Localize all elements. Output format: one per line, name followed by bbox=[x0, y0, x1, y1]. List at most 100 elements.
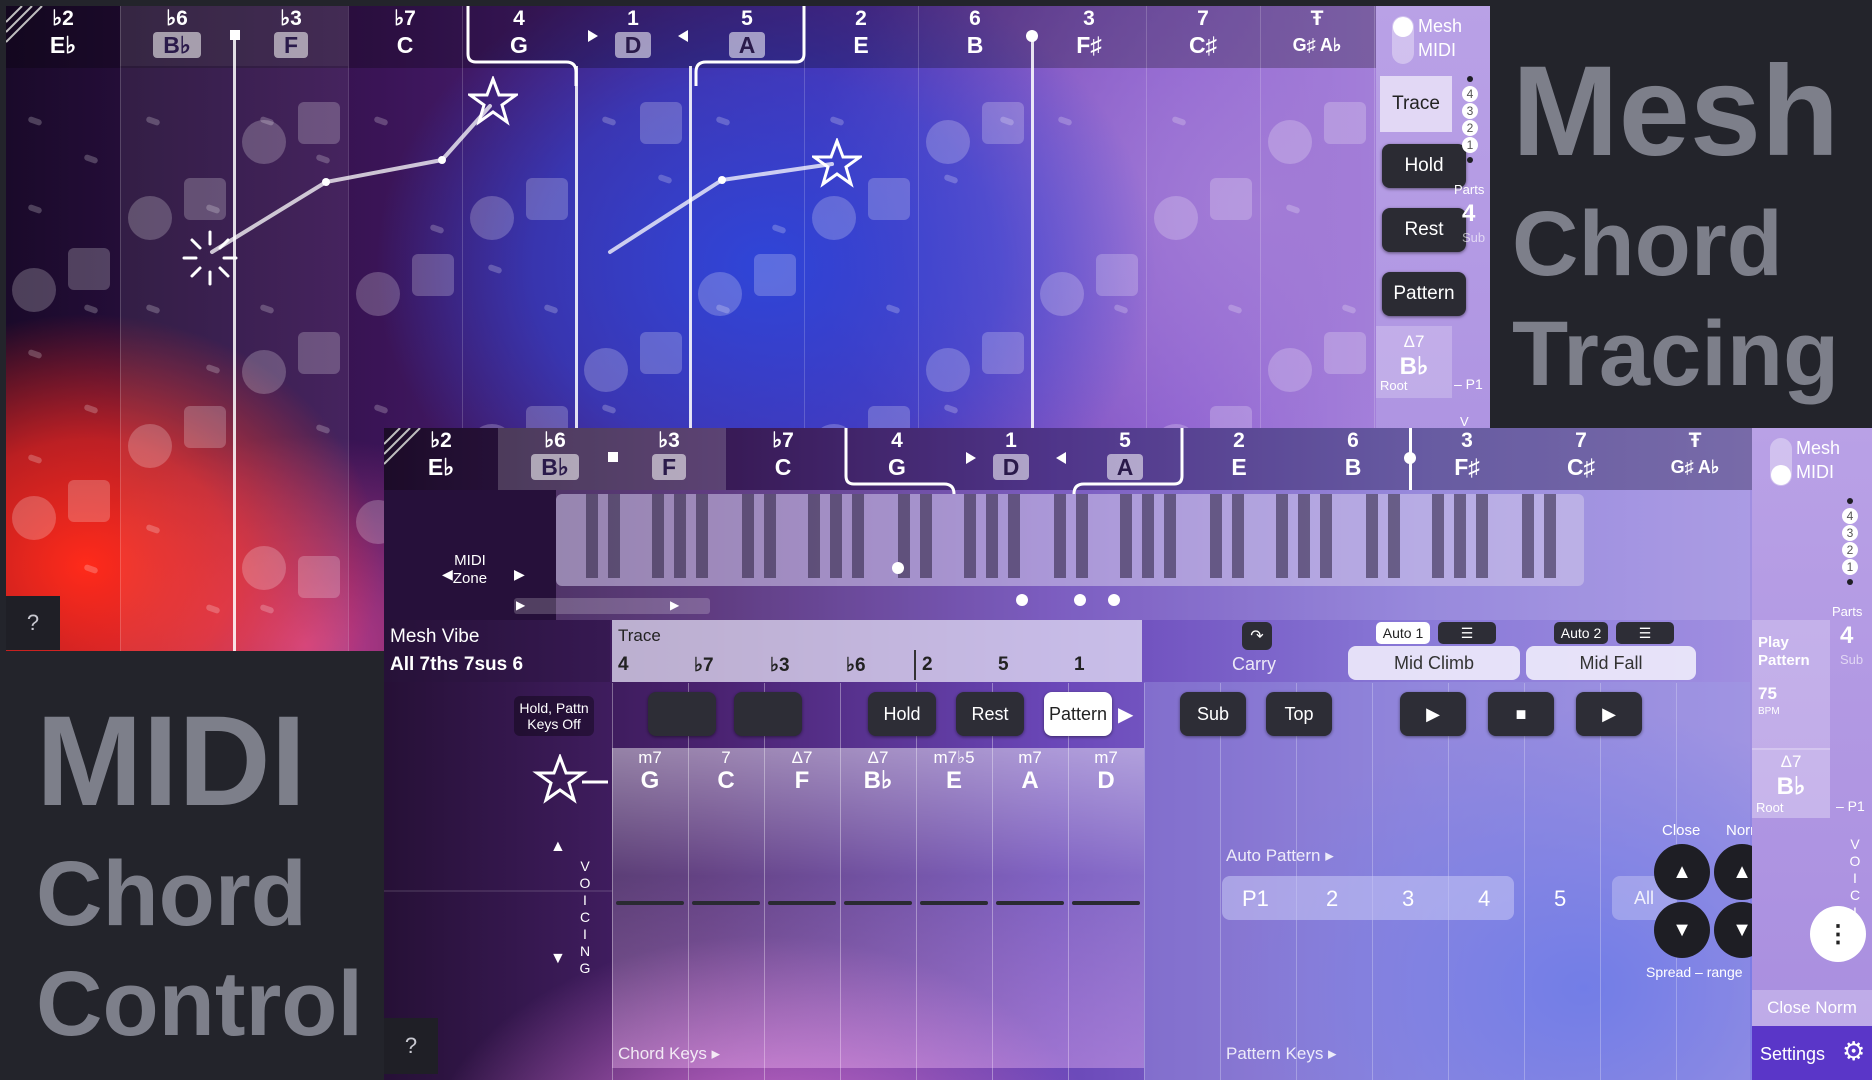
part-p1[interactable]: P1 bbox=[1242, 886, 1269, 912]
carry-label[interactable]: Carry bbox=[1232, 654, 1276, 675]
pattern-keys-label[interactable]: Pattern Keys ▸ bbox=[1226, 1044, 1337, 1064]
chord-key-4[interactable]: m7♭5 E bbox=[916, 748, 992, 794]
close-up-button[interactable]: ▲ bbox=[1654, 844, 1710, 900]
chord-key-2[interactable]: Δ7 F bbox=[764, 748, 840, 794]
hold-pattn-keys-off[interactable]: Hold, Pattn Keys Off bbox=[514, 696, 594, 736]
play-button-2[interactable]: ▶ bbox=[1576, 692, 1642, 736]
pattern-button-bottom[interactable]: Pattern bbox=[1044, 692, 1112, 736]
chord-key-button-2[interactable] bbox=[734, 692, 802, 736]
promo-tracing: Tracing bbox=[1512, 303, 1840, 405]
mid-climb-button[interactable]: Mid Climb bbox=[1348, 646, 1520, 680]
pattern-arrow-icon: ▶ bbox=[1118, 704, 1134, 726]
midi-zone-right-arrow[interactable]: ▶ bbox=[514, 566, 525, 583]
play-button-1[interactable]: ▶ bbox=[1400, 692, 1466, 736]
chord-key-1[interactable]: 7C bbox=[688, 748, 764, 794]
voicing-bar-1[interactable] bbox=[692, 901, 760, 905]
carry-icon[interactable]: ↷ bbox=[1242, 622, 1272, 650]
b-col-head-0[interactable]: ♭2 E♭ bbox=[384, 428, 498, 490]
chord-key-button-1[interactable] bbox=[648, 692, 716, 736]
zone-dot-1 bbox=[1016, 594, 1028, 606]
stop-button[interactable]: ■ bbox=[1488, 692, 1554, 736]
trace-divider bbox=[914, 650, 916, 680]
voicing-down-arrow[interactable]: ▼ bbox=[550, 950, 566, 968]
voicing-bar-6[interactable] bbox=[1072, 901, 1140, 905]
help-button-top[interactable]: ? bbox=[6, 596, 60, 650]
trace-strip[interactable] bbox=[612, 620, 1142, 682]
piano-keys[interactable] bbox=[556, 494, 1584, 586]
b-col-head-10[interactable]: 7 C♯ bbox=[1524, 428, 1638, 490]
promo-control: Control bbox=[36, 953, 364, 1055]
chord-keys-area[interactable] bbox=[612, 748, 1144, 1068]
gear-icon[interactable]: ⚙ bbox=[1842, 1036, 1865, 1067]
trace-button[interactable]: Trace bbox=[1380, 76, 1452, 132]
settings-label[interactable]: Settings bbox=[1760, 1044, 1825, 1065]
b-mesh-midi-toggle[interactable] bbox=[1770, 438, 1792, 486]
top-button[interactable]: Top bbox=[1266, 692, 1332, 736]
settings-bar[interactable]: Settings ⚙ bbox=[1752, 1026, 1872, 1080]
zone-dot-3 bbox=[1108, 594, 1120, 606]
help-button-bottom[interactable]: ? bbox=[384, 1018, 438, 1074]
close-down-button[interactable]: ▼ bbox=[1654, 902, 1710, 958]
close-norm-button[interactable]: Close Norm bbox=[1752, 990, 1872, 1026]
promo-mesh: Mesh bbox=[1512, 40, 1840, 183]
voicing-bar-3[interactable] bbox=[844, 901, 912, 905]
b-col-head-2[interactable]: ♭3 F bbox=[612, 428, 726, 490]
parts-label: Parts bbox=[1454, 182, 1485, 197]
mesh-midi-toggle[interactable] bbox=[1392, 16, 1414, 64]
mesh-vibe-value[interactable]: All 7ths 7sus 6 bbox=[390, 654, 523, 676]
piano-keyboard[interactable] bbox=[556, 494, 1584, 586]
auto-1-button[interactable]: Auto 1 bbox=[1376, 622, 1430, 644]
part-4[interactable]: 4 bbox=[1478, 886, 1490, 912]
rest-button[interactable]: Rest bbox=[1382, 208, 1466, 252]
rest-button-bottom[interactable]: Rest bbox=[956, 692, 1024, 736]
b-col-head-1[interactable]: ♭6 B♭ bbox=[498, 428, 612, 490]
auto-1-menu-icon[interactable]: ☰ bbox=[1438, 622, 1496, 644]
b-column-marker-dot bbox=[1404, 452, 1416, 464]
chord-keys-label[interactable]: Chord Keys ▸ bbox=[618, 1044, 720, 1064]
b-chord-bracket bbox=[844, 428, 1184, 495]
auto-2-menu-icon[interactable]: ☰ bbox=[1616, 622, 1674, 644]
trace-strip-label: Trace bbox=[618, 626, 661, 645]
b-col-head-3[interactable]: ♭7 C bbox=[726, 428, 840, 490]
voicing-v: V bbox=[1460, 414, 1469, 429]
b-col-head-7[interactable]: 2E bbox=[1182, 428, 1296, 490]
zone-slider-right-arrow[interactable]: ▶ bbox=[670, 598, 679, 612]
mid-fall-button[interactable]: Mid Fall bbox=[1526, 646, 1696, 680]
root-label: Root bbox=[1380, 378, 1408, 393]
b-col-head-9[interactable]: 3 F♯ bbox=[1410, 428, 1524, 490]
sub-button[interactable]: Sub bbox=[1180, 692, 1246, 736]
auto-pattern-label[interactable]: Auto Pattern ▸ bbox=[1226, 846, 1334, 866]
chord-key-6[interactable]: m7 D bbox=[1068, 748, 1144, 794]
voicing-label: VOI CIN G bbox=[579, 858, 591, 976]
part-5[interactable]: 5 bbox=[1554, 886, 1566, 912]
midi-zone-left-arrow[interactable]: ◀ bbox=[442, 566, 453, 583]
star-icon bbox=[468, 76, 518, 126]
pattern-button[interactable]: Pattern bbox=[1382, 272, 1466, 316]
voicing-bar-0[interactable] bbox=[616, 901, 684, 905]
parts-value[interactable]: 4 bbox=[1462, 200, 1475, 228]
midi-chord-control-panel[interactable]: ♭2 E♭ ♭6 B♭ ♭3 F ♭7 C 4G 1D 5A 2E 6B 3 F♯ 7 C♯… bbox=[384, 428, 1872, 1080]
b-col-head-11[interactable]: Ŧ G♯ A♭ bbox=[1638, 428, 1752, 490]
chord-key-3[interactable]: Δ7 B♭ bbox=[840, 748, 916, 794]
b-col-head-8[interactable]: 6B bbox=[1296, 428, 1410, 490]
more-options-icon[interactable]: ⋮ bbox=[1810, 906, 1866, 962]
star-icon-2 bbox=[812, 138, 862, 188]
mesh-label: Mesh bbox=[1418, 16, 1463, 36]
play-pattern-panel[interactable]: Play Pattern 75 BPM bbox=[1752, 620, 1830, 750]
zone-range-slider[interactable] bbox=[514, 598, 710, 614]
voicing-up-arrow[interactable]: ▲ bbox=[550, 838, 566, 856]
b-parts-value[interactable]: 4 bbox=[1840, 622, 1853, 650]
b-parts-indicator: 4 3 2 1 bbox=[1836, 498, 1864, 585]
hold-button-bottom[interactable]: Hold bbox=[868, 692, 936, 736]
chord-key-5[interactable]: m7 A bbox=[992, 748, 1068, 794]
part-3[interactable]: 3 bbox=[1402, 886, 1414, 912]
zone-slider-left-arrow[interactable]: ▶ bbox=[516, 598, 525, 612]
voicing-bar-5[interactable] bbox=[996, 901, 1064, 905]
voicing-bar-2[interactable] bbox=[768, 901, 836, 905]
part-2[interactable]: 2 bbox=[1326, 886, 1338, 912]
midi-label: MIDI bbox=[1418, 40, 1456, 60]
voicing-bar-4[interactable] bbox=[920, 901, 988, 905]
chord-key-0[interactable]: m7 G bbox=[612, 748, 688, 794]
close-label: Close bbox=[1662, 822, 1701, 839]
auto-2-button[interactable]: Auto 2 bbox=[1554, 622, 1608, 644]
